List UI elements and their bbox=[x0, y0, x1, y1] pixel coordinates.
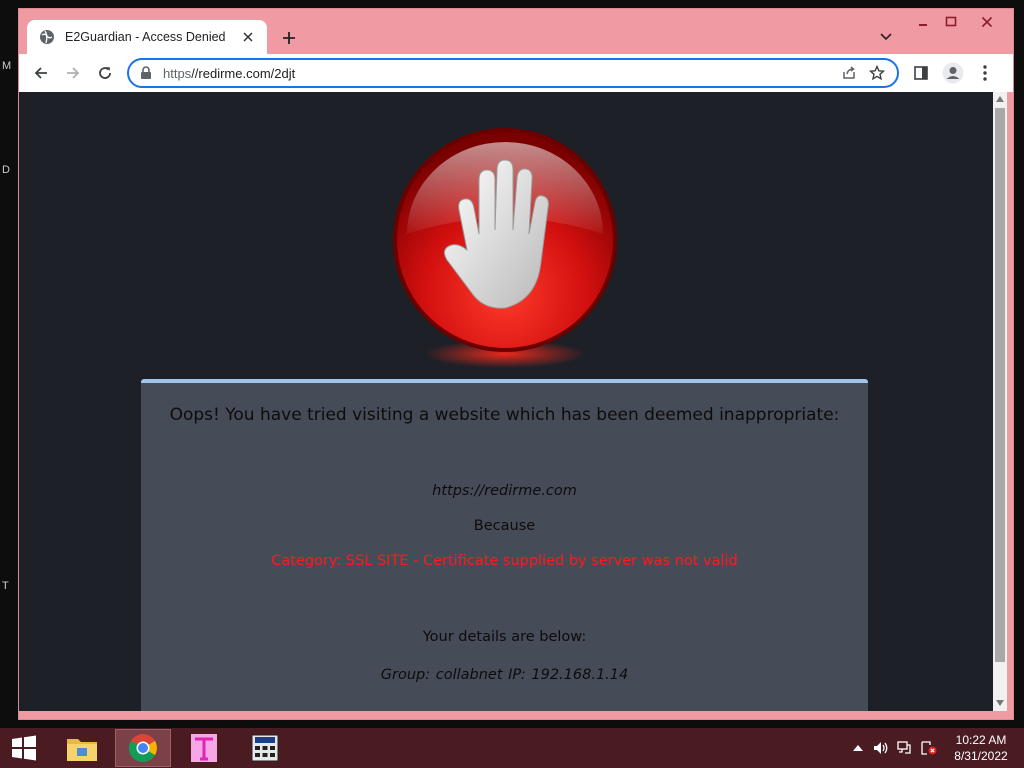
star-icon[interactable] bbox=[863, 60, 891, 86]
speaker-icon[interactable] bbox=[873, 740, 889, 756]
windows-start-button[interactable] bbox=[6, 732, 42, 764]
because-label: Because bbox=[473, 518, 536, 534]
page-content: Oops! You have tried visiting a website … bbox=[19, 92, 993, 711]
file-explorer-icon[interactable] bbox=[54, 729, 110, 767]
chevron-down-icon[interactable] bbox=[875, 26, 897, 48]
vertical-scrollbar[interactable] bbox=[993, 92, 1007, 711]
user-details: Group: collabnet IP: 192.168.1.14 bbox=[380, 667, 629, 683]
scroll-up-icon[interactable] bbox=[996, 96, 1004, 102]
taskbar: 10:22 AM 8/31/2022 bbox=[0, 728, 1024, 768]
back-button[interactable] bbox=[27, 59, 55, 87]
maximize-button[interactable] bbox=[935, 9, 967, 35]
url-text[interactable]: https//redirme.com/2djt bbox=[163, 66, 835, 81]
blocked-url: https://redirme.com bbox=[432, 483, 577, 499]
browser-toolbar: https//redirme.com/2djt bbox=[19, 54, 1013, 92]
clock-time: 10:22 AM bbox=[955, 733, 1007, 747]
browser-window: E2Guardian - Access Denied https//redirm… bbox=[18, 8, 1014, 720]
desktop-edge-letter: T bbox=[2, 580, 9, 592]
url-scheme: https bbox=[163, 65, 192, 81]
url-path: //redirme.com/2djt bbox=[191, 65, 296, 81]
scroll-down-icon[interactable] bbox=[996, 700, 1004, 706]
action-center-icon[interactable] bbox=[921, 740, 937, 756]
typora-icon[interactable] bbox=[176, 729, 232, 767]
chevron-up-icon[interactable] bbox=[850, 740, 866, 756]
details-heading: Your details are below: bbox=[422, 629, 587, 645]
close-window-button[interactable] bbox=[971, 9, 1003, 35]
block-heading: Oops! You have tried visiting a website … bbox=[169, 405, 840, 425]
tab-strip: E2Guardian - Access Denied bbox=[19, 9, 1013, 54]
desktop-edge-letter: M bbox=[2, 60, 12, 72]
side-panel-icon[interactable] bbox=[907, 59, 935, 87]
new-tab-button[interactable] bbox=[277, 26, 301, 50]
tab-e2guardian[interactable]: E2Guardian - Access Denied bbox=[27, 20, 267, 54]
network-icon[interactable] bbox=[897, 740, 913, 756]
share-icon[interactable] bbox=[835, 60, 863, 86]
calculator-icon[interactable] bbox=[237, 729, 293, 767]
tab-title: E2Guardian - Access Denied bbox=[65, 30, 226, 44]
menu-dots-icon[interactable] bbox=[971, 59, 999, 87]
scroll-thumb[interactable] bbox=[995, 108, 1005, 662]
chrome-icon[interactable] bbox=[115, 729, 171, 767]
clock-date: 8/31/2022 bbox=[954, 749, 1008, 763]
close-tab-icon[interactable] bbox=[239, 28, 257, 46]
reload-button[interactable] bbox=[91, 59, 119, 87]
system-clock[interactable]: 10:22 AM 8/31/2022 bbox=[944, 732, 1018, 764]
block-reason: Category: SSL SITE - Certificate supplie… bbox=[271, 553, 738, 569]
address-bar[interactable]: https//redirme.com/2djt bbox=[127, 58, 899, 88]
profile-avatar[interactable] bbox=[939, 59, 967, 87]
lock-icon[interactable] bbox=[139, 66, 153, 80]
access-denied-panel: Oops! You have tried visiting a website … bbox=[141, 379, 868, 711]
forward-button[interactable] bbox=[59, 59, 87, 87]
globe-icon bbox=[39, 29, 55, 45]
stop-hand-icon bbox=[385, 122, 625, 372]
desktop-edge-letter: D bbox=[2, 164, 10, 176]
